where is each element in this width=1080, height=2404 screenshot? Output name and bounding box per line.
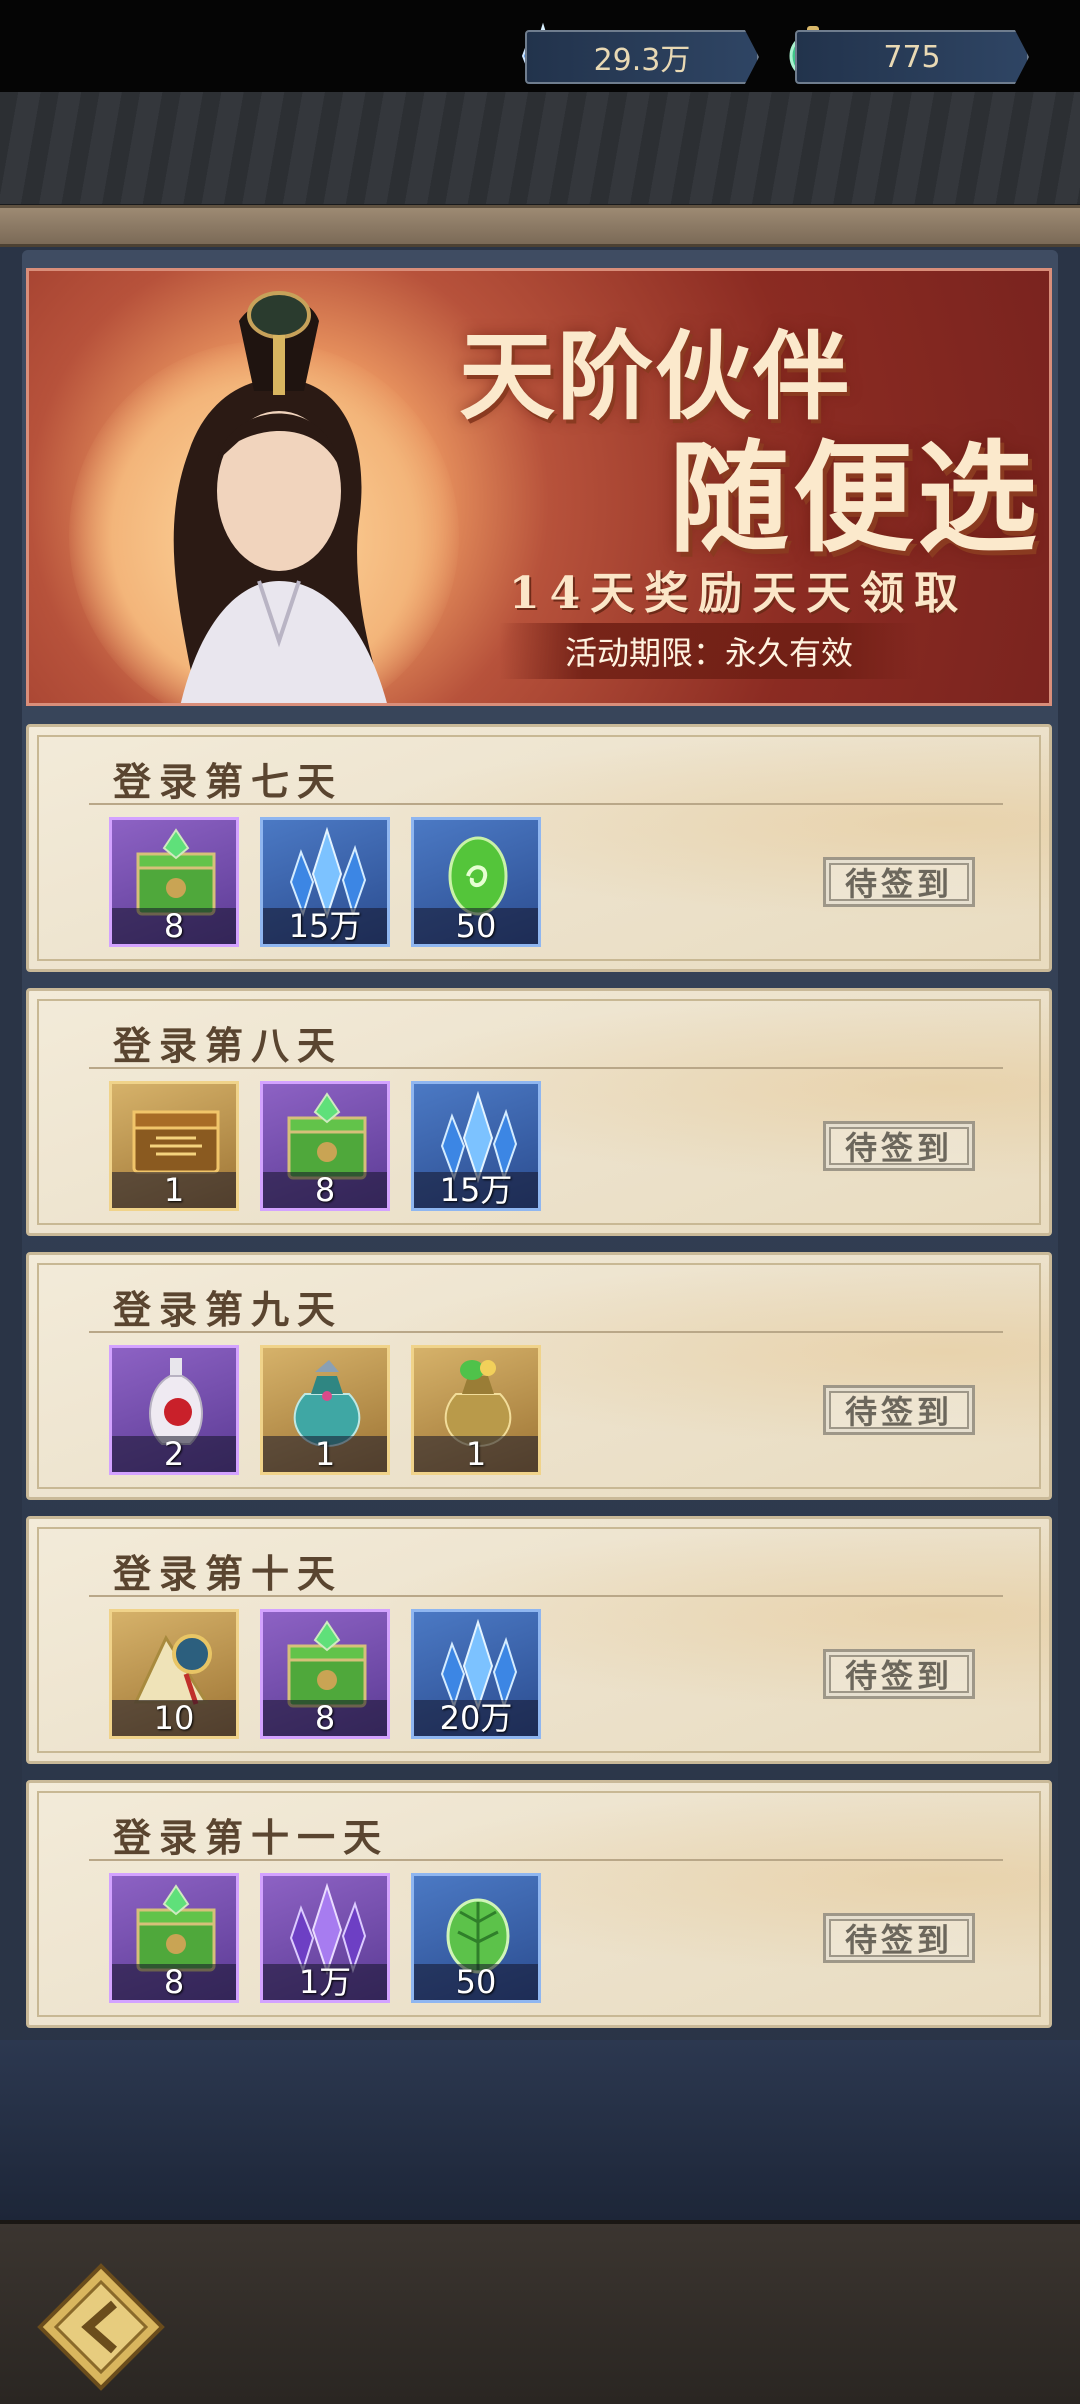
- reward-qty: 8: [112, 1964, 236, 2000]
- reward-item[interactable]: 1万: [260, 1873, 390, 2003]
- reward-qty: 10: [112, 1700, 236, 1736]
- reward-item[interactable]: 1: [109, 1081, 239, 1211]
- day-card-7: 登录第七天 8 15万 50 待签到: [26, 724, 1052, 972]
- companion-portrait: [173, 291, 387, 703]
- day-title: 登录第十一天: [113, 1815, 390, 1860]
- reward-qty: 20万: [414, 1700, 538, 1736]
- title-divider: [89, 1859, 1003, 1861]
- reward-item[interactable]: 50: [411, 817, 541, 947]
- title-divider: [89, 1595, 1003, 1597]
- reward-qty: 2: [112, 1436, 236, 1472]
- reward-item[interactable]: 10: [109, 1609, 239, 1739]
- day-card-10: 登录第十天 10 8 20万 待签到: [26, 1516, 1052, 1764]
- day-title: 登录第十天: [113, 1551, 344, 1596]
- reward-qty: 1: [263, 1436, 387, 1472]
- sign-in-button[interactable]: 待签到: [823, 1649, 975, 1699]
- day-title: 登录第八天: [113, 1023, 344, 1068]
- crystal-balance[interactable]: 29.3万: [525, 30, 759, 84]
- day-title: 登录第九天: [113, 1287, 344, 1332]
- reward-item[interactable]: 8: [109, 817, 239, 947]
- title-divider: [89, 1331, 1003, 1333]
- reward-list: 2 1 1: [109, 1345, 541, 1475]
- sign-in-button[interactable]: 待签到: [823, 1385, 975, 1435]
- sign-in-button[interactable]: 待签到: [823, 1121, 975, 1171]
- reward-item[interactable]: 8: [109, 1873, 239, 2003]
- event-period: 活动期限：永久有效: [499, 623, 919, 679]
- bottom-fade: [0, 2040, 1080, 2220]
- day-card-11: 登录第十一天 8 1万 50 待签到: [26, 1780, 1052, 2028]
- reward-qty: 15万: [414, 1172, 538, 1208]
- sign-in-button[interactable]: 待签到: [823, 1913, 975, 1963]
- reward-list: 8 15万 50: [109, 817, 541, 947]
- reward-item[interactable]: 8: [260, 1081, 390, 1211]
- reward-item[interactable]: 50: [411, 1873, 541, 2003]
- reward-item[interactable]: 2: [109, 1345, 239, 1475]
- reward-item[interactable]: 20万: [411, 1609, 541, 1739]
- reward-qty: 8: [263, 1700, 387, 1736]
- reward-item[interactable]: 15万: [411, 1081, 541, 1211]
- reward-list: 8 1万 50: [109, 1873, 541, 2003]
- reward-item[interactable]: 15万: [260, 817, 390, 947]
- reward-qty: 1: [414, 1436, 538, 1472]
- event-banner: 天阶伙伴 随便选 14天奖励天天领取 活动期限：永久有效: [26, 268, 1052, 706]
- reward-list: 10 8 20万: [109, 1609, 541, 1739]
- day-title: 登录第七天: [113, 759, 344, 804]
- reward-qty: 15万: [263, 908, 387, 944]
- banner-title-line2: 随便选: [669, 428, 1041, 569]
- title-divider: [89, 803, 1003, 805]
- reward-item[interactable]: 1: [411, 1345, 541, 1475]
- reward-qty: 50: [414, 908, 538, 944]
- day-card-8: 登录第八天 1 8 15万 待签到: [26, 988, 1052, 1236]
- jade-balance[interactable]: 775: [795, 30, 1029, 84]
- reward-qty: 50: [414, 1964, 538, 2000]
- day-card-9: 登录第九天 2 1 1 待签到: [26, 1252, 1052, 1500]
- reward-item[interactable]: 8: [260, 1609, 390, 1739]
- wood-rail: [0, 205, 1080, 247]
- banner-subtitle: 14天奖励天天领取: [509, 568, 969, 619]
- back-icon[interactable]: [36, 2262, 166, 2392]
- reward-list: 1 8 15万: [109, 1081, 541, 1211]
- reward-item[interactable]: 1: [260, 1345, 390, 1475]
- reward-qty: 8: [263, 1172, 387, 1208]
- title-divider: [89, 1067, 1003, 1069]
- reward-qty: 1万: [263, 1964, 387, 2000]
- reward-qty: 8: [112, 908, 236, 944]
- top-currency-bar: [0, 92, 1080, 206]
- reward-qty: 1: [112, 1172, 236, 1208]
- sign-in-button[interactable]: 待签到: [823, 857, 975, 907]
